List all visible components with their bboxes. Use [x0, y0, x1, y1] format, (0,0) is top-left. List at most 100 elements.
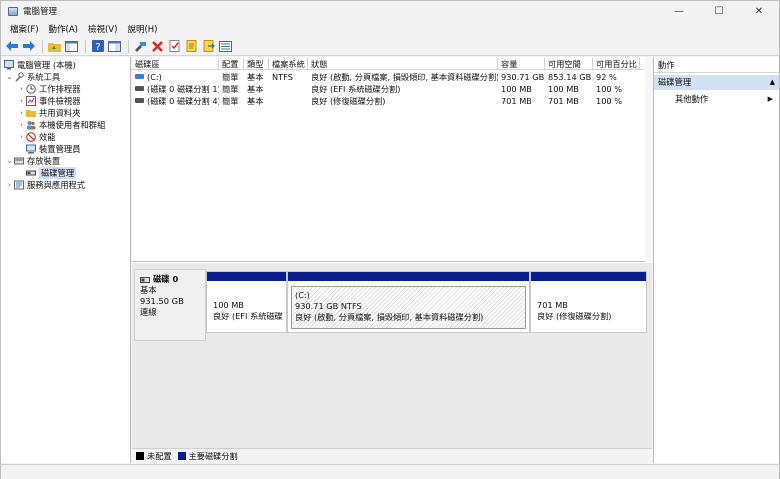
check-icon[interactable] [167, 39, 182, 54]
table-row[interactable]: (C:) 簡單 基本 NTFS 良好 (啟動, 分頁檔案, 損毀傾印, 基本資料… [132, 71, 640, 83]
disk-info-panel[interactable]: 磁碟 0 基本 931.50 GB 連線 [134, 269, 206, 341]
chevron-right-icon[interactable]: › [17, 85, 26, 93]
services-icon [14, 180, 24, 190]
window-title: 電腦管理 [23, 7, 58, 17]
drive-icon [135, 74, 144, 79]
legend-unallocated: 未配置 [147, 451, 172, 461]
back-arrow-icon[interactable] [4, 39, 19, 54]
storage-icon [14, 156, 24, 166]
delete-icon[interactable] [150, 39, 165, 54]
chevron-down-icon[interactable]: ⌄ [5, 73, 14, 81]
chevron-right-icon[interactable]: › [17, 97, 26, 105]
up-folder-icon[interactable] [47, 39, 62, 54]
column-header-status[interactable]: 狀態 [308, 58, 498, 70]
column-header-capacity[interactable]: 容量 [498, 58, 545, 70]
tree-item-computer-management[interactable]: 電腦管理 (本機) [4, 59, 76, 71]
partition-body: 701 MB 良好 (修復磁碟分割) [534, 286, 643, 329]
partition-status: 良好 (EFI 系統磁碟分割) [213, 311, 283, 321]
minimize-button[interactable]: — [659, 1, 699, 21]
vertical-scrollbar[interactable] [645, 57, 652, 262]
status-cell: 良好 (啟動, 分頁檔案, 損毀傾印, 基本資料磁碟分割) [311, 72, 498, 82]
main-content: 磁碟區 配置 類型 檔案系統 狀態 容量 可用空間 可用百分比 (C:) 簡單 … [132, 57, 652, 463]
column-header-percent-free[interactable]: 可用百分比 [593, 58, 640, 70]
view-icon[interactable] [218, 39, 233, 54]
chevron-right-icon[interactable]: › [17, 109, 26, 117]
partition-size: 930.71 GB NTFS [295, 301, 362, 311]
chevron-right-icon[interactable]: › [17, 121, 26, 129]
tree-item-disk-management[interactable]: 磁碟管理 [26, 167, 77, 179]
tree-label: 本機使用者和群組 [39, 120, 106, 130]
chevron-down-icon[interactable]: ⌄ [5, 157, 14, 165]
close-button[interactable]: ✕ [739, 1, 779, 21]
status-cell: 良好 (修復磁碟分割) [311, 96, 386, 106]
disk-icon [140, 276, 150, 283]
console-icon[interactable] [107, 39, 122, 54]
partition-status: 良好 (修復磁碟分割) [537, 311, 612, 321]
layout-cell: 簡單 [222, 96, 239, 106]
partition-bar [288, 272, 529, 281]
table-row[interactable]: (磁碟 0 磁碟分割 1) 簡單 基本 良好 (EFI 系統磁碟分割) 100 … [132, 83, 640, 95]
chevron-right-icon[interactable]: › [5, 181, 14, 189]
tree-item-system-tools[interactable]: ⌄ 系統工具 [5, 71, 61, 83]
column-header-free-space[interactable]: 可用空間 [545, 58, 593, 70]
capacity-cell: 100 MB [501, 84, 532, 94]
disk-state: 連線 [140, 307, 157, 317]
forward-arrow-icon[interactable] [21, 39, 36, 54]
disk-header: 磁碟 0 [140, 274, 200, 285]
computer-management-window: 電腦管理 — ☐ ✕ 檔案(F) 動作(A) 檢視(V) 說明(H) ? 電腦管… [0, 0, 780, 479]
tree-label: 電腦管理 (本機) [17, 60, 76, 70]
tree-item-shared-folders[interactable]: › 共用資料夾 [17, 107, 80, 119]
clock-icon [26, 84, 36, 94]
menu-file[interactable]: 檔案(F) [5, 23, 44, 35]
column-header-layout[interactable]: 配置 [219, 58, 244, 70]
more-actions-label: 其他動作 [675, 94, 709, 104]
tree-item-task-scheduler[interactable]: › 工作排程器 [17, 83, 81, 95]
type-cell: 基本 [247, 72, 264, 82]
column-header-volume[interactable]: 磁碟區 [132, 58, 219, 70]
maximize-button[interactable]: ☐ [699, 1, 739, 21]
tree-label: 效能 [39, 132, 56, 142]
partition-body: 100 MB 良好 (EFI 系統磁碟分割) [210, 286, 283, 329]
menu-action[interactable]: 動作(A) [44, 23, 83, 35]
menu-help[interactable]: 說明(H) [122, 23, 162, 35]
tree-item-local-users[interactable]: › 本機使用者和群組 [17, 119, 105, 131]
column-header-type[interactable]: 類型 [244, 58, 269, 70]
show-hide-tree-icon[interactable] [64, 39, 79, 54]
percent-free-cell: 100 % [596, 96, 623, 106]
users-icon [26, 120, 36, 130]
partition-c-drive[interactable]: (C:) 930.71 GB NTFS 良好 (啟動, 分頁檔案, 損毀傾印, … [287, 271, 530, 333]
disk-size: 931.50 GB [140, 296, 184, 306]
tree-item-performance[interactable]: › 效能 [17, 131, 56, 143]
collapse-up-icon[interactable]: ▲ [770, 75, 775, 90]
volume-table-header: 磁碟區 配置 類型 檔案系統 狀態 容量 可用空間 可用百分比 [132, 58, 644, 70]
tree-label: 服務與應用程式 [27, 180, 86, 190]
drive-icon [135, 98, 144, 103]
export-icon[interactable] [201, 39, 216, 54]
actions-section-disk-management[interactable]: 磁碟管理 ▲ [654, 75, 779, 90]
capacity-cell: 701 MB [501, 96, 532, 106]
properties-icon[interactable] [184, 39, 199, 54]
partition-recovery[interactable]: 701 MB 良好 (修復磁碟分割) [530, 271, 647, 333]
column-header-filesystem[interactable]: 檔案系統 [269, 58, 308, 70]
chevron-right-icon[interactable]: › [17, 133, 26, 141]
tree-item-services-apps[interactable]: › 服務與應用程式 [5, 179, 85, 191]
partition-body: (C:) 930.71 GB NTFS 良好 (啟動, 分頁檔案, 損毀傾印, … [291, 286, 526, 329]
tree-item-event-viewer[interactable]: › 事件檢視器 [17, 95, 81, 107]
more-actions-item[interactable]: 其他動作 ▶ [654, 92, 779, 106]
tree-label: 工作排程器 [39, 84, 81, 94]
partition-efi[interactable]: 100 MB 良好 (EFI 系統磁碟分割) [206, 271, 287, 333]
partition-label [537, 289, 640, 300]
menu-bar: 檔案(F) 動作(A) 檢視(V) 說明(H) [1, 21, 779, 37]
menu-view[interactable]: 檢視(V) [83, 23, 122, 35]
tree-item-storage[interactable]: ⌄ 存放裝置 [5, 155, 61, 167]
actions-section-label: 磁碟管理 [658, 77, 692, 87]
disk-management-icon [26, 168, 36, 178]
toolbar-separator [128, 39, 129, 53]
drive-icon [135, 86, 144, 91]
tree-item-device-manager[interactable]: 裝置管理員 [26, 143, 81, 155]
table-row[interactable]: (磁碟 0 磁碟分割 4) 簡單 基本 良好 (修復磁碟分割) 701 MB 7… [132, 95, 640, 107]
help-icon[interactable]: ? [90, 39, 105, 54]
filesystem-cell [269, 83, 308, 95]
connect-icon[interactable] [133, 39, 148, 54]
computer-management-icon [4, 60, 14, 70]
